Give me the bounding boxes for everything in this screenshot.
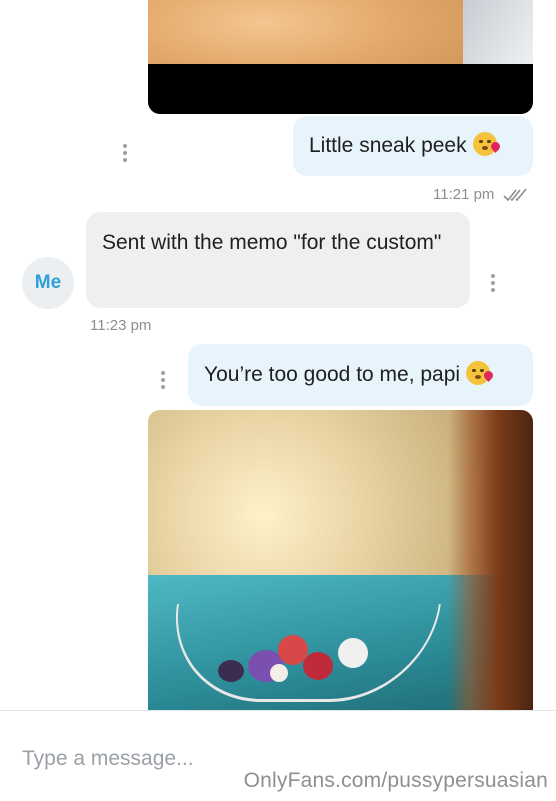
photo-message-top[interactable] — [148, 0, 533, 114]
message-text: Little sneak peek — [309, 134, 467, 157]
message-bubble-incoming[interactable]: Sent with the memo "for the custom" — [86, 212, 470, 308]
watermark: OnlyFans.com/pussypersuasian — [243, 769, 548, 792]
message-timestamp: 11:21 pm — [433, 186, 495, 203]
message-text: You’re too good to me, papi — [204, 363, 461, 386]
kissing-face-emoji-icon — [466, 361, 495, 385]
photo-detail — [208, 630, 408, 690]
more-options-icon[interactable] — [491, 274, 495, 292]
message-text: Sent with the memo "for the custom" — [102, 231, 442, 254]
message-timestamp: 11:23 pm — [90, 317, 152, 334]
more-options-icon[interactable] — [161, 371, 165, 389]
more-options-icon[interactable] — [123, 144, 127, 162]
message-composer: OnlyFans.com/pussypersuasian — [0, 710, 556, 801]
message-bubble-outgoing[interactable]: Little sneak peek — [293, 116, 533, 176]
avatar-label: Me — [34, 272, 62, 293]
photo-message-bottom[interactable] — [148, 410, 533, 710]
photo-detail — [448, 410, 533, 710]
photo-detail — [463, 0, 533, 64]
avatar[interactable]: Me — [22, 257, 74, 309]
double-check-icon — [503, 188, 527, 202]
kissing-face-emoji-icon — [472, 132, 502, 156]
message-bubble-outgoing[interactable]: You’re too good to me, papi — [188, 344, 533, 406]
